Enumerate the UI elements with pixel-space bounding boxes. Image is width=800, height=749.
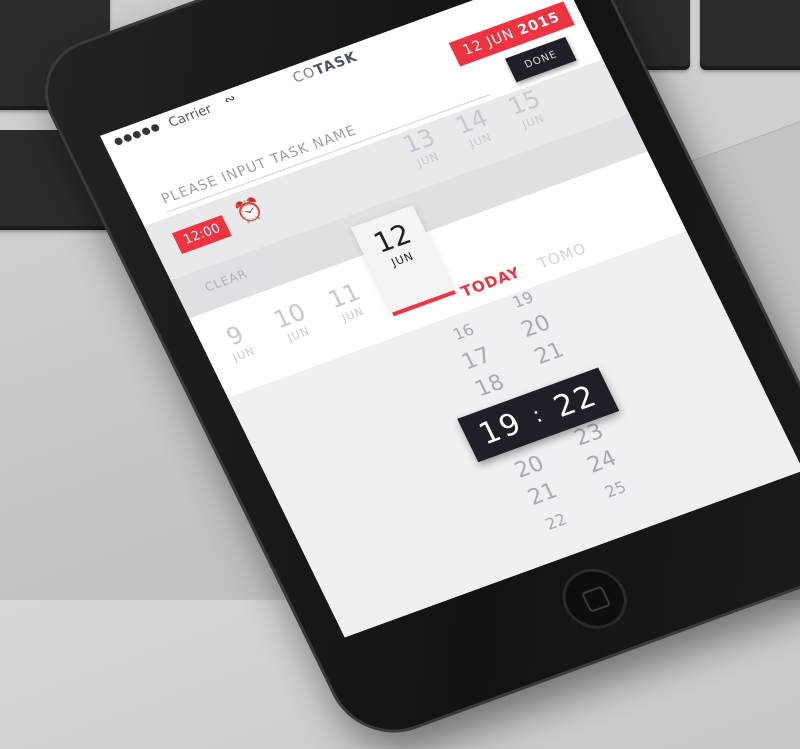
wifi-icon: ∾: [221, 91, 239, 109]
clear-button[interactable]: CLEAR: [202, 267, 250, 295]
date-cell[interactable]: 9 JUN: [205, 314, 272, 369]
date-cell[interactable]: 11 JUN: [314, 275, 381, 330]
keyboard-key: [700, 0, 800, 70]
time-badge[interactable]: 12:00: [171, 214, 233, 254]
alarm-clock-icon[interactable]: ⏰: [231, 196, 268, 228]
minute-column-below[interactable]: 23 24 25: [564, 415, 641, 510]
selected-minute: 22: [548, 378, 604, 425]
date-day-month: 12 JUN: [460, 25, 518, 59]
date-year: 2015: [515, 9, 563, 39]
hour-column-below[interactable]: 20 21 22: [504, 448, 581, 543]
hour-column-above[interactable]: 16 17 18: [438, 312, 515, 407]
minute-column-above[interactable]: 19 20 21: [498, 280, 575, 375]
date-cell[interactable]: 10 JUN: [259, 294, 326, 349]
selected-hour: 19: [473, 405, 529, 452]
time-separator: :: [528, 401, 549, 428]
home-button[interactable]: [551, 560, 638, 638]
